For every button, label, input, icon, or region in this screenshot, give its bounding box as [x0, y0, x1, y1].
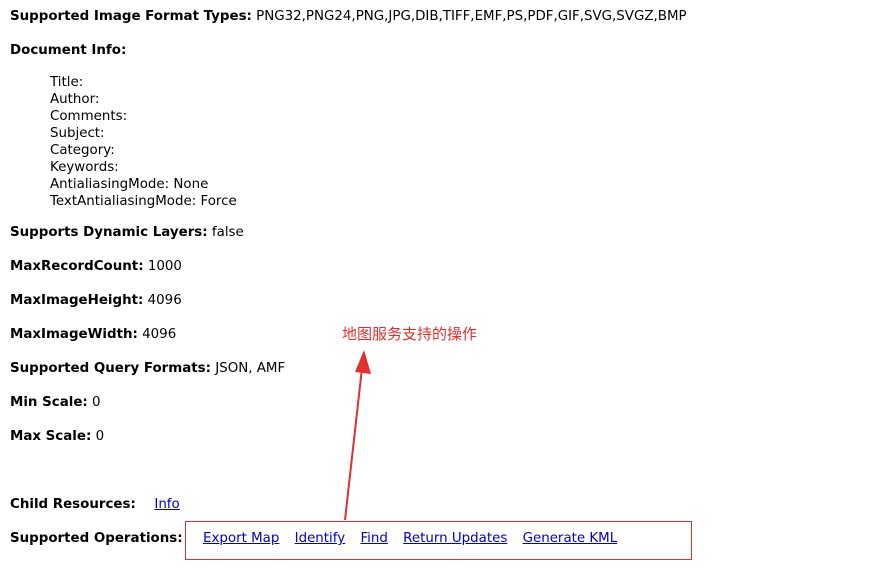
annotation-arrow-icon: [344, 350, 371, 521]
